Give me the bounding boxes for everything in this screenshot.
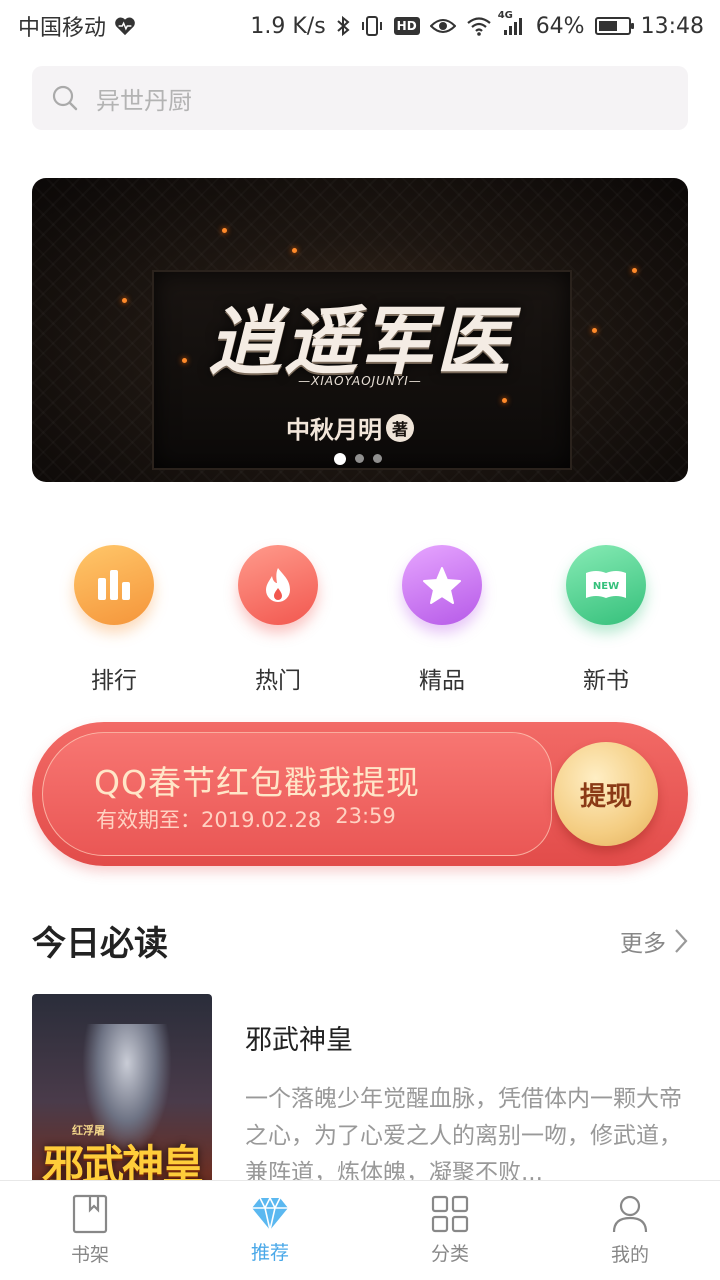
category-label: 精品 [419,668,465,694]
status-bar: 中国移动 1.9 K/s HD 4G 64% 13:48 [0,0,720,52]
grid-icon [431,1195,469,1233]
validity-label-text: 有效期至： [96,808,201,832]
category-label: 新书 [583,668,629,694]
red-packet-title: QQ春节红包戳我提现 [94,763,420,802]
wifi-icon [466,16,492,36]
new-badge-text: NEW [593,581,619,592]
banner-pagination [334,453,382,465]
network-speed: 1.9 K/s [250,13,326,39]
bottom-navigation: 书架 推荐 分类 我的 [0,1180,720,1280]
diamond-icon [250,1196,290,1232]
pagination-dot[interactable] [373,454,382,463]
search-placeholder: 异世丹厨 [96,86,192,115]
banner-author-name: 中秋月明 [286,415,382,444]
red-packet-validity: 有效期至：2019.02.28 23:59 [96,804,396,834]
red-packet-banner[interactable]: QQ春节红包戳我提现 有效期至：2019.02.28 23:59 提现 [32,722,688,866]
author-seal: 著 [386,413,414,442]
network-type: 4G [497,10,513,21]
ember-spark [292,248,297,253]
search-icon [52,85,78,111]
flame-icon [238,545,318,625]
new-book-icon: NEW [566,545,646,625]
validity-date: 2019.02.28 [201,808,322,832]
category-shortcuts: 排行 热门 精品 NEW 新书 [32,545,688,695]
nav-label: 书架 [70,1244,109,1266]
nav-label: 分类 [430,1243,469,1265]
heart-health-icon [114,16,136,36]
section-title: 今日必读 [32,924,168,964]
category-label: 热门 [255,668,301,694]
vibrate-icon [360,15,384,37]
ember-spark [632,268,637,273]
pagination-dot[interactable] [355,454,364,463]
clock: 13:48 [640,13,704,39]
category-label: 排行 [91,668,137,694]
nav-bookshelf[interactable]: 书架 [0,1181,180,1280]
search-input[interactable]: 异世丹厨 [32,66,688,130]
nav-category[interactable]: 分类 [360,1181,540,1280]
nav-recommend[interactable]: 推荐 [180,1181,360,1280]
chevron-right-icon [674,928,688,954]
person-icon [611,1194,649,1234]
cellular-signal-icon: 4G [498,10,526,36]
eye-comfort-icon [429,17,456,35]
category-hot[interactable]: 热门 [237,545,319,695]
validity-label: 有效期至：2019.02.28 [96,804,321,834]
banner-author: 中秋月明 著 [286,410,414,445]
bar-chart-icon [74,545,154,625]
category-rank[interactable]: 排行 [73,545,155,695]
banner-pinyin: —XIAOYAOJUNYI— [298,374,422,388]
more-label: 更多 [620,930,666,957]
book-title[interactable]: 邪武神皇 [245,1018,688,1057]
today-section-header: 今日必读 更多 [32,916,688,965]
nav-label: 我的 [610,1244,649,1266]
battery-icon [594,17,634,35]
book-description: 一个落魄少年觉醒血脉，凭借体内一颗大帝之心，为了心爱之人的离别一吻，修武道，兼阵… [245,1086,682,1186]
promo-banner[interactable]: 逍遥军医 —XIAOYAOJUNYI— 中秋月明 著 [32,178,688,482]
pagination-dot-active[interactable] [334,453,346,465]
validity-time: 23:59 [335,804,396,828]
more-link[interactable]: 更多 [620,924,688,958]
bookshelf-icon [72,1194,108,1234]
ember-spark [222,228,227,233]
category-premium[interactable]: 精品 [401,545,483,695]
nav-label: 推荐 [250,1242,289,1264]
carrier-name: 中国移动 [18,16,107,41]
nav-profile[interactable]: 我的 [540,1181,720,1280]
star-icon [402,545,482,625]
banner-book-title: 逍遥军医 [208,299,512,385]
battery-percent: 64% [535,13,585,39]
battery-level [598,21,617,31]
withdraw-button[interactable]: 提现 [554,742,658,846]
category-new[interactable]: NEW 新书 [565,545,647,695]
ember-spark [502,398,507,403]
bluetooth-icon [336,15,350,37]
hd-badge: HD [393,17,420,35]
